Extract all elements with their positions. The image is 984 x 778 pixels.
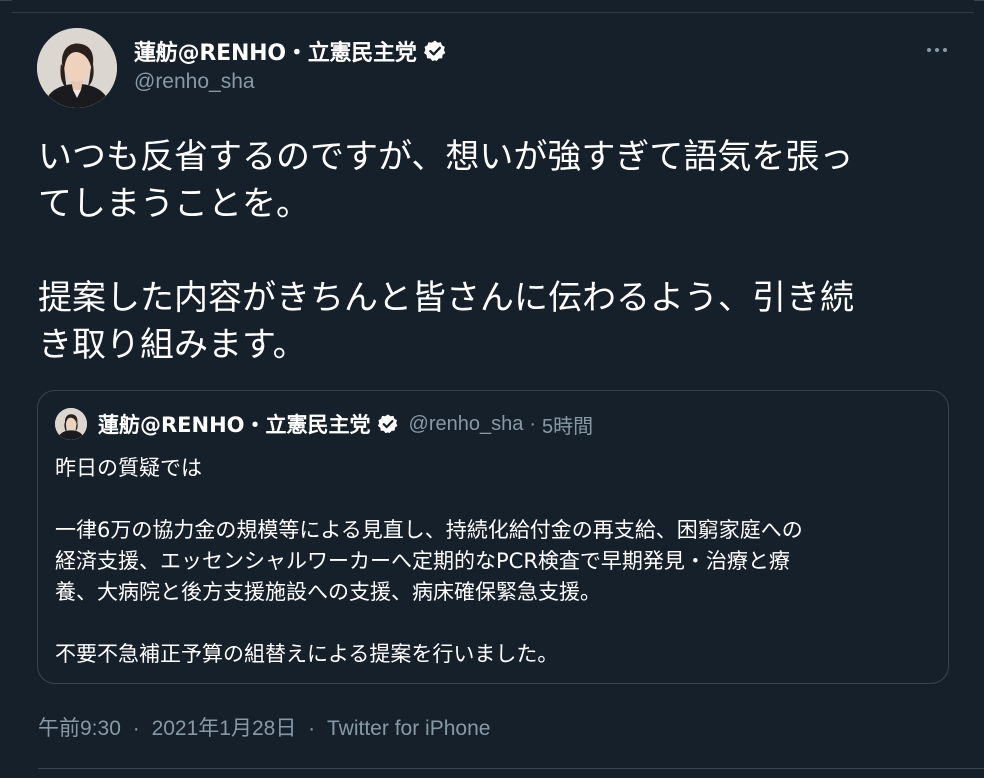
tweet-time[interactable]: 午前9:30 xyxy=(38,717,121,740)
quote-line: 一律6万の協力金の規模等による見直し、持続化給付金の再支給、困窮家庭への xyxy=(55,518,803,542)
verified-badge-icon xyxy=(377,413,399,435)
more-options-icon[interactable] xyxy=(920,38,954,62)
quote-avatar xyxy=(55,408,87,440)
quote-line: 養、大病院と後方支援施設への支援、病床確保緊急支援。 xyxy=(55,580,601,604)
quote-handle: @renho_sha xyxy=(408,412,524,435)
quote-line: 不要不急補正予算の組替えによる提案を行いました。 xyxy=(55,642,559,666)
meta-separator: · xyxy=(529,412,537,435)
author-handle[interactable]: @renho_sha xyxy=(134,70,255,94)
author-name-row: 蓮舫@RENHO・立憲民主党 xyxy=(134,34,447,68)
tweet-source[interactable]: Twitter for iPhone xyxy=(327,717,490,740)
verified-badge-icon xyxy=(423,39,447,63)
quote-time-ago: 5時間 xyxy=(542,415,594,438)
tweet-text: いつも反省するのですが、想いが強すぎて語気を張っ てしまうことを。 提案した内容… xyxy=(38,134,958,369)
quote-display-name: 蓮舫@RENHO・立憲民主党 xyxy=(98,413,371,437)
meta-separator: · xyxy=(132,717,140,740)
divider xyxy=(12,12,974,13)
tweet-text-line: てしまうことを。 xyxy=(38,184,310,224)
divider xyxy=(38,768,984,769)
divider xyxy=(0,0,12,1)
display-name[interactable]: 蓮舫@RENHO・立憲民主党 xyxy=(134,35,417,67)
quote-body: 昨日の質疑では 一律6万の協力金の規模等による見直し、持続化給付金の再支給、困窮… xyxy=(55,453,935,670)
tweet-metadata: 午前9:30 · 2021年1月28日 · Twitter for iPhone xyxy=(38,712,490,742)
tweet-text-line: いつも反省するのですが、想いが強すぎて語気を張っ xyxy=(38,137,854,177)
quote-line: 昨日の質疑では xyxy=(55,456,202,480)
divider xyxy=(974,0,984,1)
quote-tweet-card[interactable]: 蓮舫@RENHO・立憲民主党 @renho_sha · 5時間 昨日の質疑では … xyxy=(37,390,949,684)
tweet-text-line: 提案した内容がきちんと皆さんに伝わるよう、引き続 xyxy=(38,278,854,318)
quote-line: 経済支援、エッセンシャルワーカーへ定期的なPCR検査で早期発見・治療と療 xyxy=(55,549,790,573)
quote-header: 蓮舫@RENHO・立憲民主党 @renho_sha · 5時間 xyxy=(98,409,593,439)
tweet-date[interactable]: 2021年1月28日 xyxy=(152,717,297,740)
avatar[interactable] xyxy=(37,28,117,108)
tweet-text-line: き取り組みます。 xyxy=(38,325,307,365)
meta-separator: · xyxy=(308,717,316,740)
